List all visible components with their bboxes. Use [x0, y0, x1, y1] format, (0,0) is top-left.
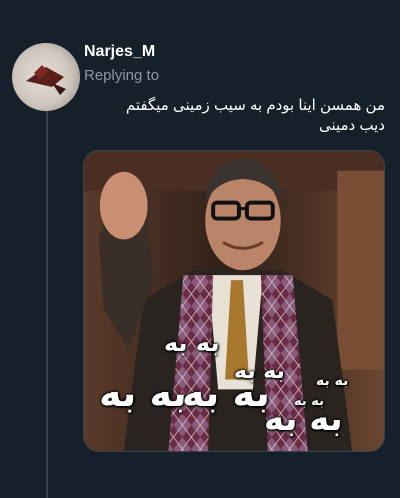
username[interactable]: Narjes_M	[84, 43, 155, 61]
overlay-text-7: به به	[264, 399, 343, 439]
avatar[interactable]	[12, 43, 80, 111]
replying-to-label: Replying to	[84, 67, 160, 84]
overlay-text-5: به به	[99, 371, 187, 415]
overlay-text-1: به به	[164, 329, 220, 357]
thread-line	[46, 100, 48, 498]
avatar-image-icon	[26, 65, 66, 95]
tweet-media-image[interactable]: به به به به به به به به به به به به به ب…	[83, 150, 385, 452]
tweet-text-line-2: دیب دمینی	[318, 117, 385, 134]
tweet-text: من همسن اینا بودم به سیب زمینی میگفتم دی…	[85, 96, 385, 136]
overlay-text-6: به به	[182, 371, 270, 415]
tweet-text-line-1: من همسن اینا بودم به سیب زمینی میگفتم	[125, 97, 385, 114]
overlay-text-3: به به	[316, 373, 349, 389]
